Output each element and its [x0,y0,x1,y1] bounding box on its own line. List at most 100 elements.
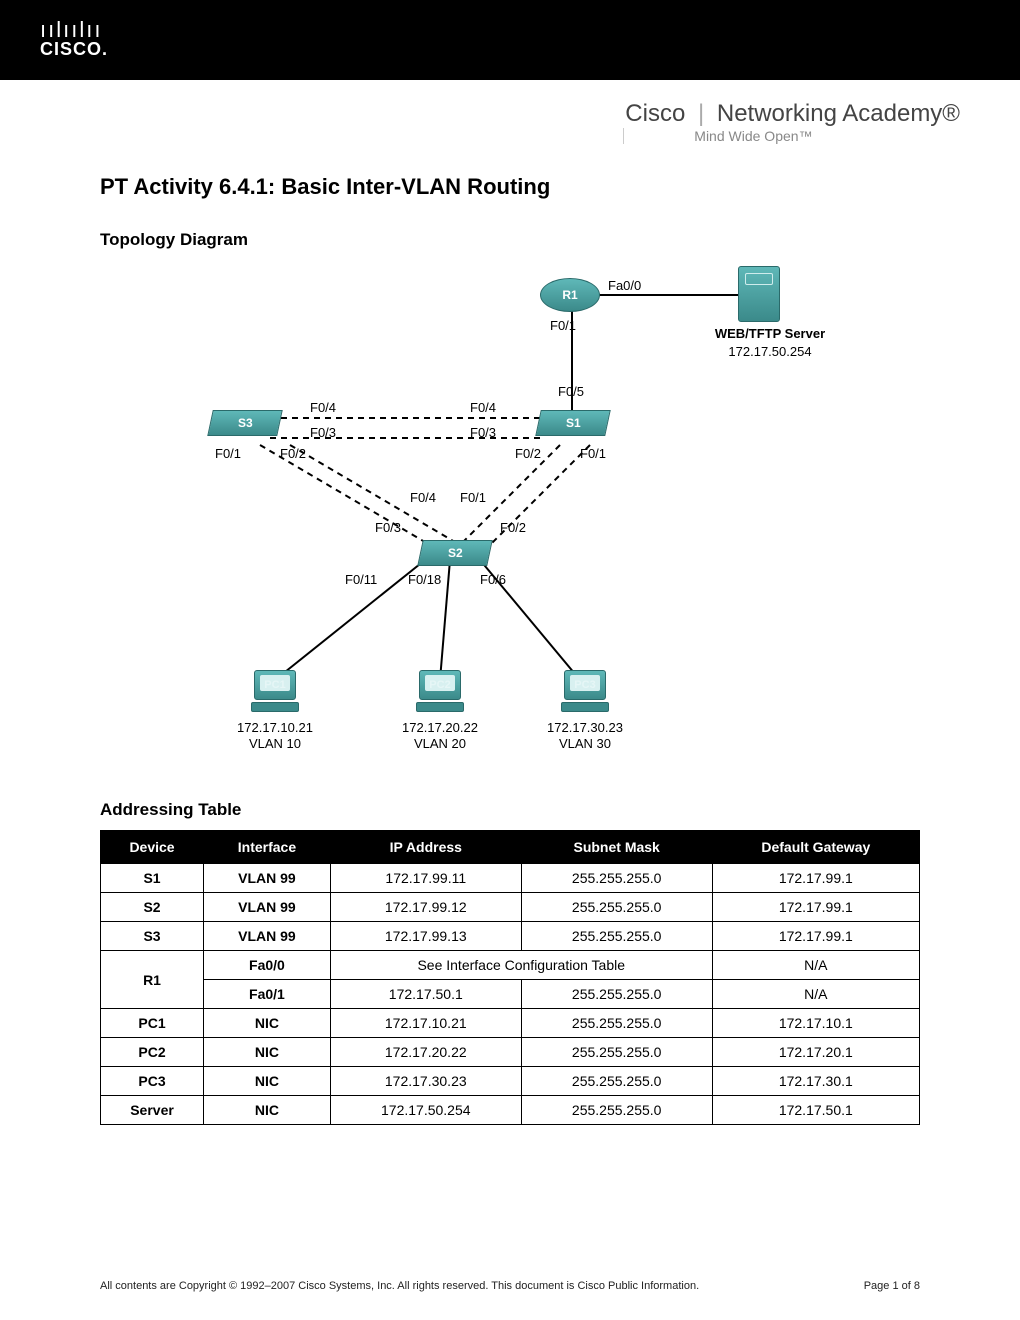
table-row: Server NIC 172.17.50.254 255.255.255.0 1… [101,1096,920,1125]
cell-device: PC3 [101,1067,204,1096]
pc1-device: PC1 [245,670,305,712]
pc3-vlan: VLAN 30 [530,736,640,752]
port-s2-f018: F0/18 [408,572,441,587]
port-s1-f04: F0/4 [470,400,496,415]
pc2-label: PC2 [420,679,460,691]
port-s3-f01: F0/1 [215,446,241,461]
pc2-vlan: VLAN 20 [385,736,495,752]
table-row: S1 VLAN 99 172.17.99.11 255.255.255.0 17… [101,864,920,893]
cell-ip: 172.17.50.254 [330,1096,521,1125]
cell-ip: 172.17.10.21 [330,1009,521,1038]
server-ip: 172.17.50.254 [700,344,840,359]
cell-gw: N/A [712,980,919,1009]
router-r1: R1 [540,278,600,312]
port-mid-f04: F0/4 [410,490,436,505]
switch-s3: S3 [207,410,283,436]
pc2-ip: 172.17.20.22 [385,720,495,736]
academy-name: Networking Academy® [717,100,960,127]
switch-s2: S2 [417,540,493,566]
col-ip: IP Address [330,831,521,864]
pc2-device: PC2 [410,670,470,712]
port-r1-f01: F0/1 [550,318,576,333]
cell-iface: NIC [204,1009,331,1038]
cell-gw: 172.17.99.1 [712,922,919,951]
server-name: WEB/TFTP Server [700,326,840,341]
col-gateway: Default Gateway [712,831,919,864]
pc3-label: PC3 [565,679,605,691]
port-s2-f06: F0/6 [480,572,506,587]
divider-icon: | [692,100,710,127]
cell-gw: 172.17.99.1 [712,893,919,922]
cell-iface: VLAN 99 [204,864,331,893]
port-s3-f04: F0/4 [310,400,336,415]
table-row: S3 VLAN 99 172.17.99.13 255.255.255.0 17… [101,922,920,951]
cell-device: S1 [101,864,204,893]
cell-device: Server [101,1096,204,1125]
switch-s1: S1 [535,410,611,436]
port-s2-f02: F0/2 [500,520,526,535]
port-s2-f03: F0/3 [375,520,401,535]
cell-ip: 172.17.99.12 [330,893,521,922]
switch-s3-label: S3 [238,411,253,435]
header-bar: ıılıılıı CISCO. [0,0,1020,80]
table-row: PC1 NIC 172.17.10.21 255.255.255.0 172.1… [101,1009,920,1038]
table-row: S2 VLAN 99 172.17.99.12 255.255.255.0 17… [101,893,920,922]
col-mask: Subnet Mask [521,831,712,864]
cell-gw: 172.17.20.1 [712,1038,919,1067]
switch-s2-label: S2 [448,541,463,565]
cell-device: S2 [101,893,204,922]
table-row: PC2 NIC 172.17.20.22 255.255.255.0 172.1… [101,1038,920,1067]
cell-gw: 172.17.99.1 [712,864,919,893]
cell-mask: 255.255.255.0 [521,893,712,922]
pc3-device: PC3 [555,670,615,712]
topology-diagram: R1 Fa0/0 F0/1 WEB/TFTP Server 172.17.50.… [160,260,860,780]
cell-ip: 172.17.20.22 [330,1038,521,1067]
cell-gw: 172.17.50.1 [712,1096,919,1125]
cell-iface: NIC [204,1038,331,1067]
academy-brand: Cisco [625,100,685,127]
port-s1-f01: F0/1 [580,446,606,461]
cell-gw: N/A [712,951,919,980]
cell-r1-note: See Interface Configuration Table [330,951,712,980]
cell-iface: Fa0/0 [204,951,331,980]
port-s2-f011: F0/11 [345,572,377,587]
cell-ip: 172.17.99.13 [330,922,521,951]
table-row: PC3 NIC 172.17.30.23 255.255.255.0 172.1… [101,1067,920,1096]
pc3-ip: 172.17.30.23 [530,720,640,736]
cisco-logo-bars: ıılıılıı [40,20,108,40]
table-header-row: Device Interface IP Address Subnet Mask … [101,831,920,864]
port-mid-f01: F0/1 [460,490,486,505]
col-device: Device [101,831,204,864]
cell-iface: VLAN 99 [204,922,331,951]
cell-iface: NIC [204,1067,331,1096]
cell-mask: 255.255.255.0 [521,922,712,951]
pc1-label: PC1 [255,679,295,691]
cell-ip: 172.17.99.11 [330,864,521,893]
page-content: PT Activity 6.4.1: Basic Inter-VLAN Rout… [0,154,1020,1125]
cell-iface: VLAN 99 [204,893,331,922]
cell-device-r1: R1 [101,951,204,1009]
cell-mask: 255.255.255.0 [521,1067,712,1096]
server-device [738,266,780,322]
academy-tagline: Mind Wide Open™ [623,128,960,144]
col-interface: Interface [204,831,331,864]
port-s1-f05: F0/5 [558,384,584,399]
pc1-vlan: VLAN 10 [220,736,330,752]
cell-device: S3 [101,922,204,951]
cisco-logo-word: CISCO. [40,39,108,60]
cell-mask: 255.255.255.0 [521,980,712,1009]
port-s1-f02: F0/2 [515,446,541,461]
cell-mask: 255.255.255.0 [521,1009,712,1038]
port-s3-f02: F0/2 [280,446,306,461]
section-addressing: Addressing Table [100,800,920,820]
port-r1-fa00: Fa0/0 [608,278,641,293]
table-row: Fa0/1 172.17.50.1 255.255.255.0 N/A [101,980,920,1009]
cell-mask: 255.255.255.0 [521,1096,712,1125]
addressing-table: Device Interface IP Address Subnet Mask … [100,830,920,1125]
switch-s1-label: S1 [566,411,581,435]
cell-gw: 172.17.30.1 [712,1067,919,1096]
cell-iface: Fa0/1 [204,980,331,1009]
page-title: PT Activity 6.4.1: Basic Inter-VLAN Rout… [100,174,920,200]
cell-ip: 172.17.30.23 [330,1067,521,1096]
cell-iface: NIC [204,1096,331,1125]
